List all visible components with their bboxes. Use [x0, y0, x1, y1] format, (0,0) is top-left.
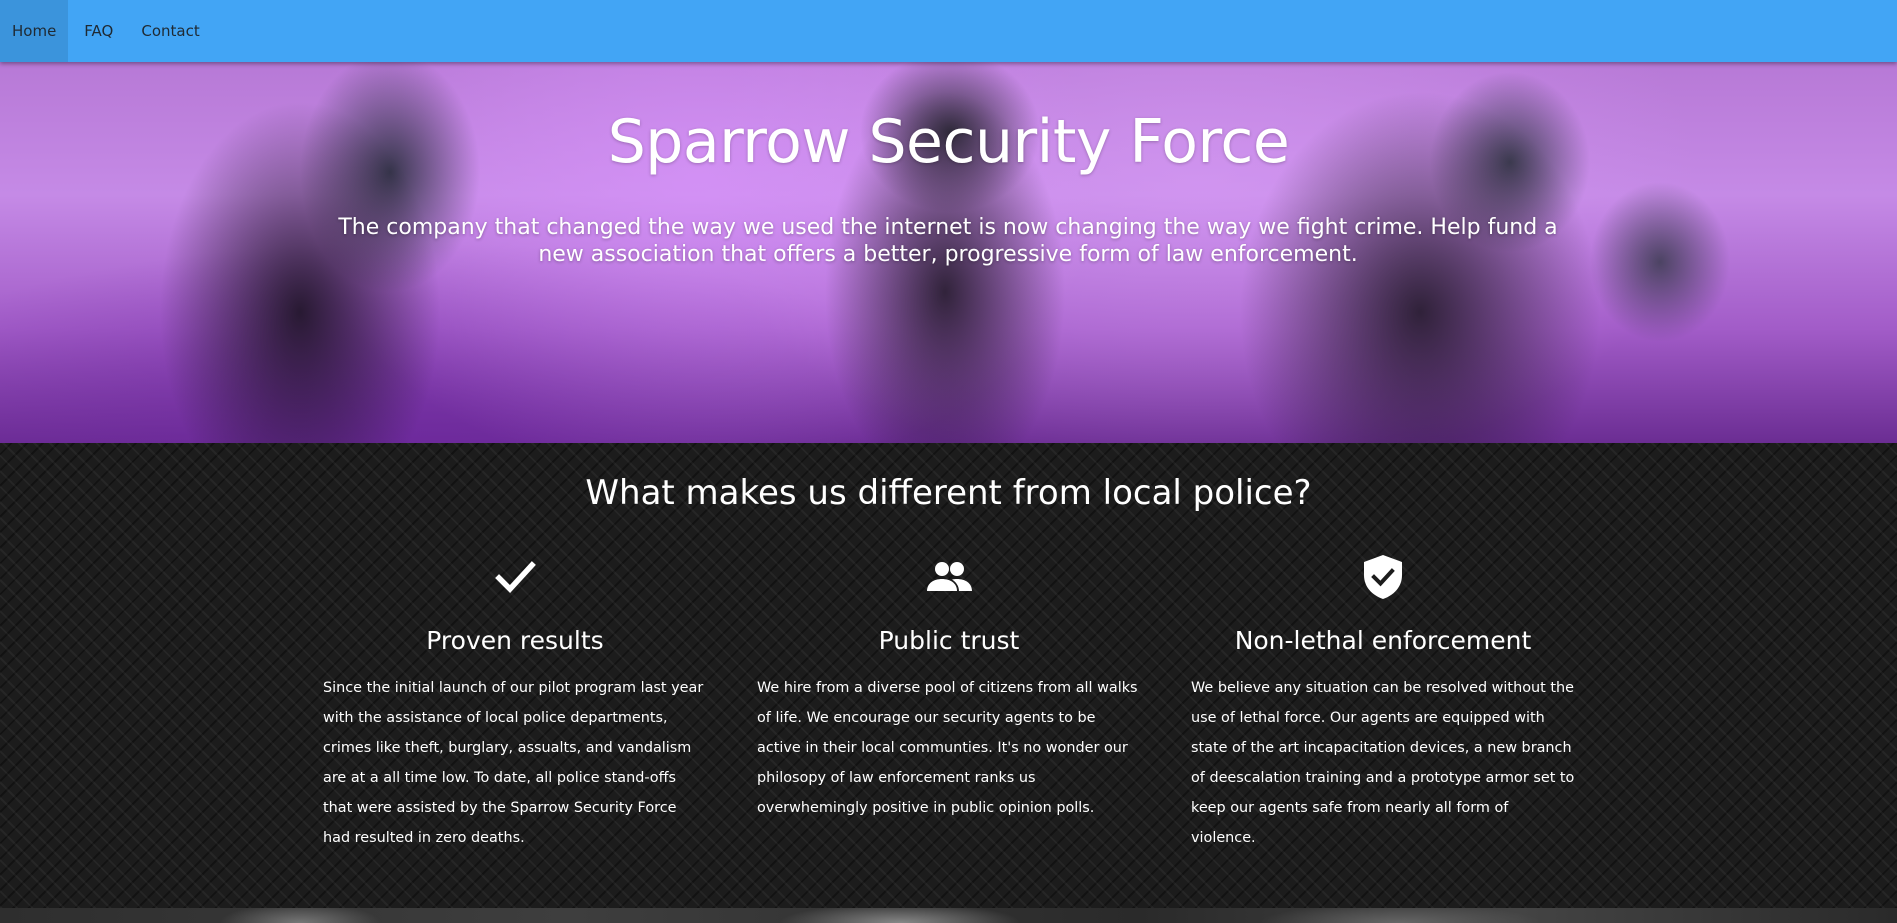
feature-text: Since the initial launch of our pilot pr…: [323, 680, 704, 846]
nav-link-contact[interactable]: Contact: [129, 0, 211, 62]
features-title: What makes us different from local polic…: [585, 473, 1312, 513]
hero-subtitle: The company that changed the way we used…: [338, 215, 1558, 267]
feature-text: We believe any situation can be resolved…: [1191, 680, 1575, 846]
hero-title: Sparrow Security Force: [607, 107, 1290, 177]
hero-banner: Sparrow Security Force The company that …: [0, 62, 1897, 443]
feature-title: Proven results: [426, 626, 604, 655]
shield-check-icon: [1364, 555, 1402, 599]
feature-column-proven-results: Proven results Since the initial launch …: [323, 553, 707, 853]
feature-column-non-lethal: Non-lethal enforcement We believe any si…: [1191, 553, 1575, 853]
feature-column-public-trust: Public trust We hire from a diverse pool…: [757, 553, 1141, 823]
next-section-preview: [0, 908, 1897, 923]
feature-title: Public trust: [878, 626, 1020, 655]
navbar: Home FAQ Contact: [0, 0, 1897, 62]
check-icon: [495, 561, 536, 593]
nav-link-faq[interactable]: FAQ: [72, 0, 125, 62]
feature-title: Non-lethal enforcement: [1234, 626, 1532, 655]
nav-link-home[interactable]: Home: [0, 0, 69, 62]
features-section: What makes us different from local polic…: [0, 443, 1897, 908]
people-icon: [927, 562, 972, 591]
feature-text: We hire from a diverse pool of citizens …: [757, 680, 1138, 816]
